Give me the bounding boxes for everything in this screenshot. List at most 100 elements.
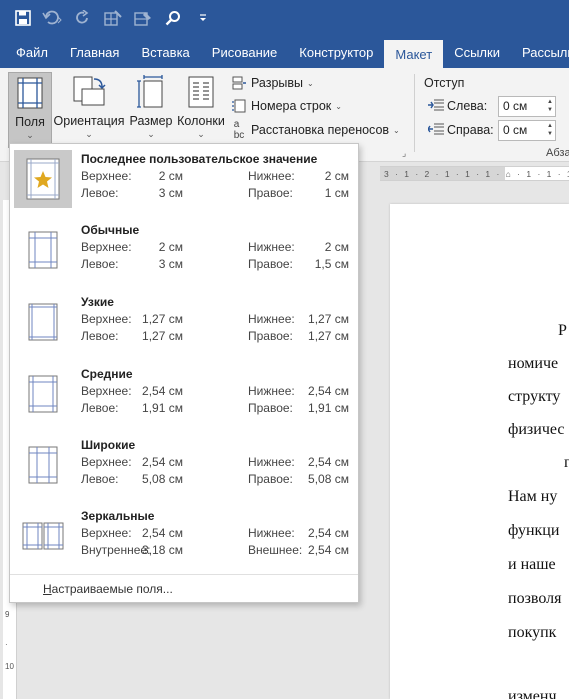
margin-preset-last-custom[interactable]: Последнее пользовательское значение Верх…	[10, 146, 358, 216]
columns-button[interactable]: Колонки ⌄	[176, 72, 226, 140]
indent-left-spinner[interactable]: ▲ ▼	[545, 97, 555, 116]
preset-value: 2,54 см	[142, 455, 183, 469]
preset-label: Правое:	[248, 401, 293, 415]
indent-left-row: Слева: 0 см ▲ ▼	[428, 95, 556, 117]
margin-preset-wide[interactable]: Широкие Верхнее: 2,54 см Нижнее: 2,54 см…	[10, 432, 358, 502]
tab-home[interactable]: Главная	[59, 36, 130, 68]
orientation-button[interactable]: Ориентация ⌄	[54, 72, 124, 140]
preset-name: Узкие	[81, 295, 114, 309]
narrow-margins-icon	[14, 293, 72, 351]
save-icon[interactable]	[8, 3, 38, 33]
columns-icon	[184, 72, 218, 112]
preset-value: 1,91 см	[308, 401, 349, 415]
preset-value: 2,54 см	[308, 455, 349, 469]
paragraph-group-label: Абза	[546, 147, 569, 159]
margins-icon	[13, 73, 47, 113]
normal-margins-icon	[14, 221, 72, 279]
undo-icon[interactable]	[38, 3, 68, 33]
preset-label: Верхнее:	[81, 240, 132, 254]
preset-label: Верхнее:	[81, 455, 132, 469]
indent-right-spinner[interactable]: ▲ ▼	[545, 121, 555, 140]
margin-preset-normal[interactable]: Обычные Верхнее: 2 см Нижнее: 2 см Левое…	[10, 217, 358, 287]
indent-right-row: Справа: 0 см ▲ ▼	[427, 119, 556, 141]
tab-references[interactable]: Ссылки	[443, 36, 511, 68]
margins-label: Поля	[15, 115, 45, 129]
indent-right-icon	[427, 123, 444, 138]
preset-value: 2,54 см	[142, 384, 183, 398]
tab-insert[interactable]: Вставка	[130, 36, 200, 68]
indent-left-label: Слева:	[447, 99, 488, 113]
chevron-down-icon: ⌄	[307, 78, 314, 88]
redo-icon[interactable]	[68, 3, 98, 33]
chevron-down-icon: ⌄	[85, 129, 93, 139]
preset-name: Зеркальные	[81, 509, 155, 523]
hyphenation-label: Расстановка переносов	[251, 123, 390, 137]
page-size-icon	[134, 72, 168, 112]
document-line: покупк	[508, 624, 557, 641]
search-icon[interactable]	[158, 3, 188, 33]
line-numbers-label: Номера строк	[251, 99, 332, 113]
moderate-margins-icon	[14, 365, 72, 423]
preset-label: Левое:	[81, 257, 119, 271]
preset-label: Нижнее:	[248, 169, 295, 183]
margins-button[interactable]: Поля ⌄	[8, 72, 52, 148]
tab-layout[interactable]: Макет	[384, 40, 444, 68]
indent-right-value: 0 см	[503, 123, 528, 137]
ruler-ticks: 3 · 1 · 2 · 1 · 1 · 1 · ⌂ · 1 · 1 · 1	[384, 169, 569, 179]
document-line: функци	[508, 522, 560, 539]
custom-margins-item[interactable]: Настраиваемые поля...	[43, 582, 173, 596]
preset-label: Нижнее:	[248, 526, 295, 540]
preset-label: Внешнее:	[248, 543, 303, 557]
preset-value: 5,08 см	[142, 472, 183, 486]
preset-label: Нижнее:	[248, 240, 295, 254]
tab-file[interactable]: Файл	[0, 36, 59, 68]
document-line: г	[564, 454, 569, 471]
preset-value: 1 см	[324, 186, 349, 200]
document-line: изменч	[508, 688, 557, 699]
indent-right-label: Справа:	[447, 123, 494, 137]
document-line: номиче	[508, 355, 559, 372]
hyphenation-button[interactable]: a bc Расстановка переносов ⌄	[231, 119, 400, 141]
breaks-button[interactable]: Разрывы ⌄	[231, 72, 314, 94]
margin-preset-moderate[interactable]: Средние Верхнее: 2,54 см Нижнее: 2,54 см…	[10, 361, 358, 431]
preset-label: Верхнее:	[81, 526, 132, 540]
preset-value: 3 см	[158, 186, 183, 200]
customize-qat-icon[interactable]	[188, 3, 218, 33]
indent-left-value: 0 см	[503, 99, 528, 113]
preset-name: Обычные	[81, 223, 140, 237]
tab-design[interactable]: Конструктор	[288, 36, 384, 68]
wide-margins-icon	[14, 436, 72, 494]
margin-preset-mirrored[interactable]: Зеркальные Верхнее: 2,54 см Нижнее: 2,54…	[10, 503, 358, 573]
chevron-down-icon: ⌄	[26, 130, 34, 140]
eraser-icon[interactable]	[128, 3, 158, 33]
tab-draw[interactable]: Рисование	[201, 36, 288, 68]
margins-dropdown: Последнее пользовательское значение Верх…	[9, 143, 359, 603]
custom-margins-label: астраиваемые поля...	[51, 582, 173, 596]
margin-preset-narrow[interactable]: Узкие Верхнее: 1,27 см Нижнее: 1,27 см Л…	[10, 289, 358, 359]
chevron-down-icon: ⌄	[147, 129, 155, 139]
indent-left-icon	[428, 99, 444, 114]
indent-right-input[interactable]: 0 см ▲ ▼	[498, 119, 556, 141]
chevron-down-icon: ⌄	[393, 125, 400, 135]
preset-value: 2 см	[324, 240, 349, 254]
document-page[interactable]: Р номиче структу физичес г Нам ну функци…	[390, 204, 569, 699]
indent-left-input[interactable]: 0 см ▲ ▼	[498, 95, 556, 117]
preset-value: 3 см	[158, 257, 183, 271]
orientation-icon	[72, 72, 106, 112]
preset-label: Правое:	[248, 329, 293, 343]
document-line: Нам ну	[508, 488, 558, 505]
preset-label: Верхнее:	[81, 169, 132, 183]
draw-table-icon[interactable]	[98, 3, 128, 33]
line-numbers-button[interactable]: Номера строк ⌄	[231, 95, 342, 117]
preset-value: 3,18 см	[142, 543, 183, 557]
horizontal-ruler[interactable]: 3 · 1 · 2 · 1 · 1 · 1 · ⌂ · 1 · 1 · 1	[380, 166, 569, 181]
document-line: и наше	[508, 556, 556, 573]
preset-value: 1,27 см	[142, 329, 183, 343]
tab-mailings[interactable]: Рассылки	[511, 36, 569, 68]
preset-label: Левое:	[81, 329, 119, 343]
preset-name: Последнее пользовательское значение	[81, 152, 318, 166]
preset-name: Средние	[81, 367, 133, 381]
size-button[interactable]: Размер ⌄	[128, 72, 174, 140]
size-label: Размер	[129, 114, 173, 128]
page-setup-launcher-icon[interactable]: ⌟	[402, 148, 406, 159]
